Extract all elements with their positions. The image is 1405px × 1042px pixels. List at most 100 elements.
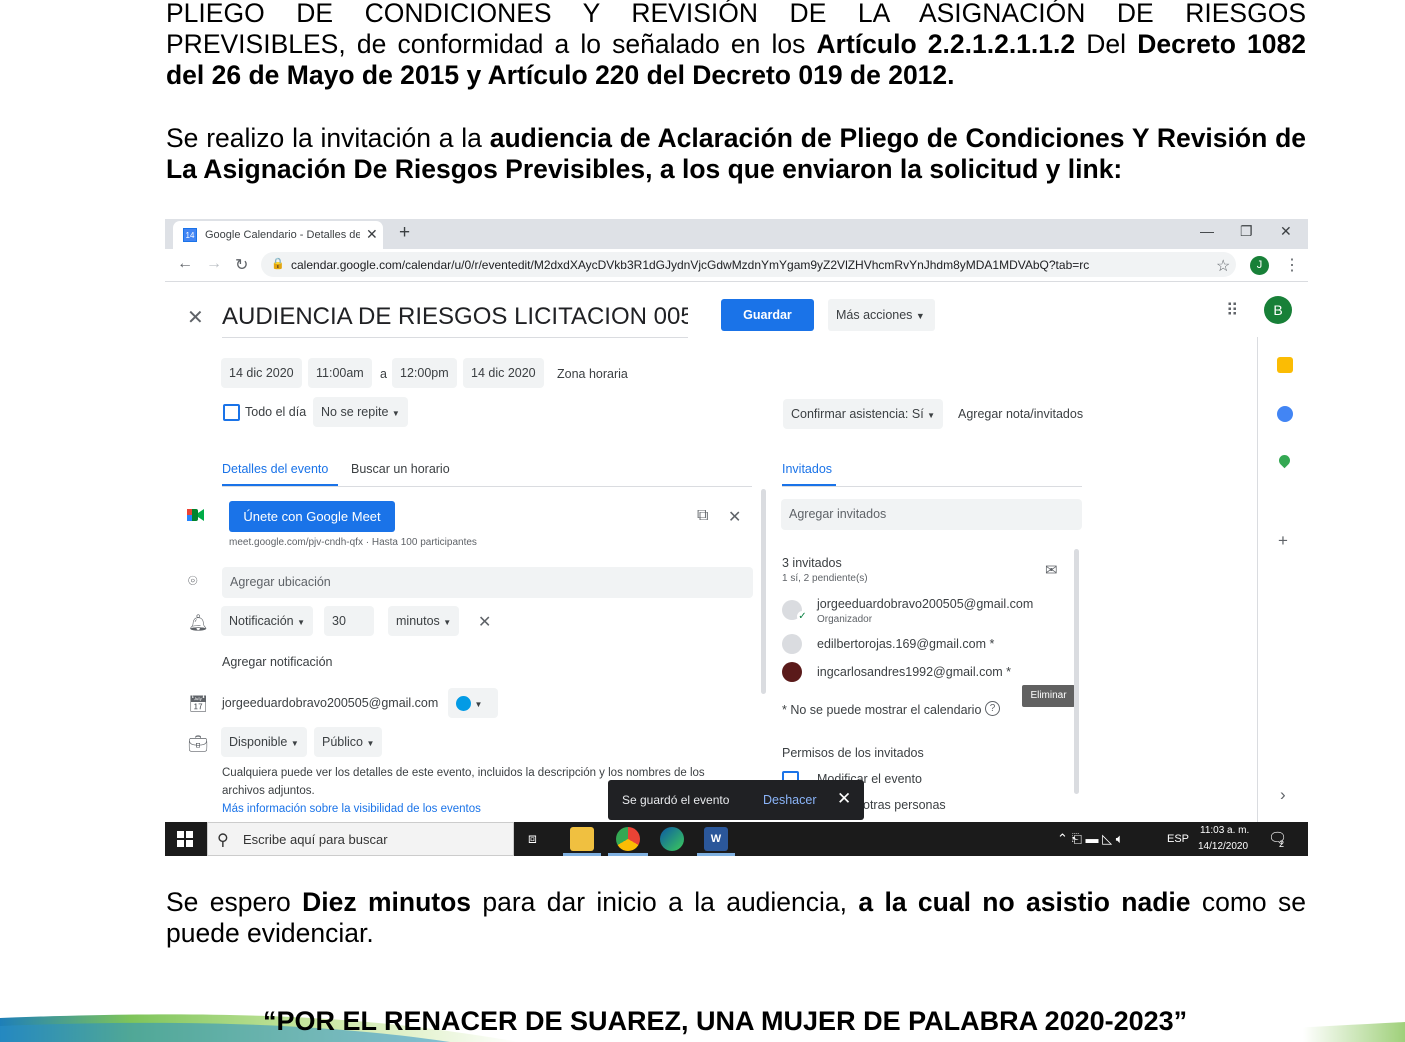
rsvp-label: Confirmar asistencia: Sí: [791, 407, 924, 421]
guest-count: 3 invitados: [782, 556, 842, 570]
remove-notification-icon[interactable]: ✕: [478, 612, 491, 632]
more-actions-button[interactable]: Más acciones ▼: [828, 299, 935, 331]
windows-start-icon[interactable]: [177, 831, 193, 847]
tab-find-time[interactable]: Buscar un horario: [351, 462, 450, 476]
forward-icon[interactable]: →: [206, 255, 222, 273]
bell-icon: 🔔︎: [188, 615, 209, 632]
clock-date[interactable]: 14/12/2020: [1198, 841, 1248, 852]
timezone-link[interactable]: Zona horaria: [557, 367, 628, 381]
save-button[interactable]: Guardar: [721, 299, 814, 331]
paragraph-outcome: Se espero Diez minutos para dar inicio a…: [166, 887, 1306, 949]
availability-dropdown[interactable]: Disponible ▼: [221, 727, 307, 757]
to-label: a: [380, 367, 387, 381]
explorer-active-indicator: [563, 853, 601, 856]
dropdown-caret-icon: ▼: [443, 618, 452, 627]
text-decreto: Decreto 1082: [1137, 29, 1306, 59]
notifications-icon[interactable]: 🗨︎: [1268, 829, 1287, 847]
clock-time[interactable]: 11:03 a. m.: [1200, 825, 1249, 836]
chrome-icon[interactable]: [616, 827, 640, 851]
close-tab-icon[interactable]: ✕: [366, 226, 378, 243]
end-time-chip[interactable]: 12:00pm: [392, 358, 457, 388]
visibility-info-link[interactable]: Más información sobre la visibilidad de …: [222, 803, 481, 815]
repeat-label: No se repite: [321, 405, 389, 419]
dropdown-caret-icon: ▼: [297, 618, 306, 627]
guest-avatar: [782, 662, 802, 682]
meet-info[interactable]: meet.google.com/pjv-cndh-qfx · Hasta 100…: [229, 537, 477, 548]
browser-tab[interactable]: 14 Google Calendario - Detalles del ✕: [173, 221, 383, 249]
dropdown-caret-icon: ▼: [927, 411, 936, 420]
end-date-chip[interactable]: 14 dic 2020: [463, 358, 544, 388]
edge-icon[interactable]: [660, 827, 684, 851]
text-outcome-4: a la cual no asistio nadie: [858, 887, 1191, 917]
notification-value-input[interactable]: 30: [324, 606, 374, 636]
start-date-chip[interactable]: 14 dic 2020: [221, 358, 302, 388]
dismiss-snackbar-icon[interactable]: ✕: [837, 789, 851, 809]
guest-avatar: [782, 634, 802, 654]
bookmark-star-icon[interactable]: ☆: [1216, 256, 1230, 276]
repeat-dropdown[interactable]: No se repite ▼: [313, 397, 408, 427]
url-field[interactable]: 🔒 calendar.google.com/calendar/u/0/r/eve…: [261, 252, 1236, 277]
add-notification-link[interactable]: Agregar notificación: [222, 655, 332, 669]
color-dot: [456, 696, 471, 712]
start-time-chip[interactable]: 11:00am: [308, 358, 372, 388]
guest-email[interactable]: jorgeeduardobravo200505@gmail.com: [817, 597, 1033, 611]
browser-profile-avatar[interactable]: J: [1250, 256, 1269, 275]
new-tab-icon[interactable]: +: [399, 222, 410, 244]
expand-panel-icon[interactable]: ›: [1280, 785, 1286, 805]
paragraph-line-2: PREVISIBLES, de conformidad a lo señalad…: [166, 29, 1306, 60]
restore-icon[interactable]: ❐: [1240, 223, 1253, 240]
remove-meet-icon[interactable]: ✕: [728, 507, 741, 527]
browser-menu-icon[interactable]: ⋮: [1284, 255, 1300, 275]
word-icon[interactable]: W: [704, 827, 728, 851]
maps-icon[interactable]: [1276, 452, 1293, 469]
footer-motto: “POR EL RENACER DE SUAREZ, UNA MUJER DE …: [263, 1006, 1188, 1036]
tab-event-details[interactable]: Detalles del evento: [222, 462, 328, 476]
event-color-picker[interactable]: ▼: [448, 688, 498, 718]
details-scrollbar[interactable]: [761, 489, 766, 694]
add-addon-icon[interactable]: +: [1278, 531, 1288, 551]
add-note-link[interactable]: Agregar nota/invitados: [958, 407, 1083, 421]
paragraph-legal-basis: PLIEGO DE CONDICIONES Y REVISIÓN DE LA A…: [166, 0, 1306, 91]
task-view-icon[interactable]: ⧈: [528, 830, 537, 847]
guest-email[interactable]: ingcarlosandres1992@gmail.com *: [817, 665, 1011, 679]
guest-email[interactable]: edilbertorojas.169@gmail.com *: [817, 637, 994, 651]
email-guests-icon[interactable]: ✉: [1045, 561, 1058, 579]
notification-label: Notificación: [229, 614, 294, 628]
back-icon[interactable]: ←: [177, 255, 193, 273]
account-avatar[interactable]: B: [1264, 296, 1292, 324]
language-indicator[interactable]: ESP: [1167, 833, 1189, 845]
help-icon[interactable]: ?: [985, 701, 1000, 716]
all-day-checkbox[interactable]: [223, 404, 240, 421]
tray-icons[interactable]: ⌃ ⎗ ▬ ◺ 🔈︎: [1057, 831, 1124, 847]
taskbar-search[interactable]: ⚲ Escribe aquí para buscar: [207, 822, 514, 856]
apps-grid-icon[interactable]: ⠿: [1226, 301, 1238, 321]
close-editor-icon[interactable]: ✕: [187, 305, 204, 330]
file-explorer-icon[interactable]: [570, 827, 594, 851]
minimize-icon[interactable]: —: [1200, 223, 1214, 239]
tab-title: Google Calendario - Detalles del: [205, 229, 360, 241]
tab-guests[interactable]: Invitados: [782, 462, 832, 476]
visibility-dropdown[interactable]: Público ▼: [314, 727, 383, 757]
add-guests-input[interactable]: Agregar invitados: [781, 499, 1082, 530]
notification-unit-dropdown[interactable]: minutos ▼: [388, 606, 460, 636]
notification-type-dropdown[interactable]: Notificación ▼: [221, 606, 314, 636]
keep-icon[interactable]: [1277, 357, 1293, 373]
close-window-icon[interactable]: ✕: [1280, 223, 1292, 240]
visibility-note-line-1: Cualquiera puede ver los detalles de est…: [222, 767, 705, 779]
text-del: Del: [1075, 29, 1138, 59]
calendar-icon: 📅︎: [188, 696, 209, 713]
copy-icon[interactable]: ⧉: [697, 507, 708, 525]
guests-scrollbar[interactable]: [1074, 549, 1079, 794]
text-outcome-1: Se espero: [166, 887, 303, 917]
join-meet-button[interactable]: Únete con Google Meet: [229, 501, 395, 532]
visibility-label: Público: [322, 735, 363, 749]
event-title-input[interactable]: AUDIENCIA DE RIESGOS LICITACION 005: [222, 303, 688, 338]
reload-icon[interactable]: ↻: [235, 255, 248, 275]
snackbar: Se guardó el evento Deshacer ✕: [608, 780, 864, 820]
location-input[interactable]: Agregar ubicación: [222, 567, 753, 598]
rsvp-dropdown[interactable]: Confirmar asistencia: Sí ▼: [783, 399, 944, 429]
word-active-indicator: [697, 853, 735, 856]
undo-button[interactable]: Deshacer: [763, 793, 817, 807]
calendar-screenshot: 14 Google Calendario - Detalles del ✕ + …: [165, 219, 1308, 856]
tasks-icon[interactable]: [1277, 406, 1293, 422]
